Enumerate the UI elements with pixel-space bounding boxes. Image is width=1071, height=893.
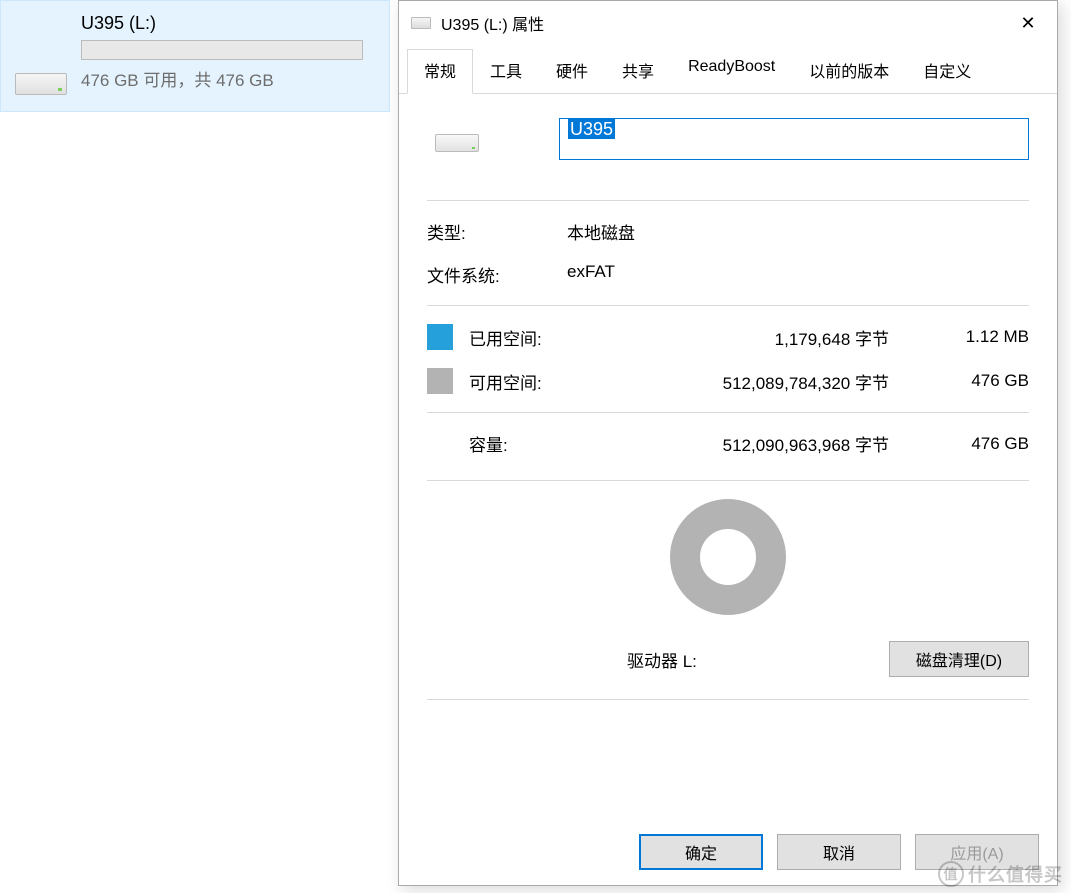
tab-sharing[interactable]: 共享: [605, 49, 671, 93]
capacity-bytes: 512,090,963,968 字节: [609, 431, 929, 456]
usage-pie-chart: [670, 499, 786, 615]
free-size: 476 GB: [929, 371, 1029, 391]
divider: [427, 412, 1029, 413]
divider: [427, 480, 1029, 481]
tab-customize[interactable]: 自定义: [906, 49, 988, 93]
tab-previous-versions[interactable]: 以前的版本: [792, 49, 906, 93]
ok-button[interactable]: 确定: [639, 834, 763, 870]
volume-name-input[interactable]: U395: [559, 118, 1029, 160]
dialog-title: U395 (L:) 属性: [441, 11, 1005, 35]
type-label: 类型:: [427, 219, 567, 244]
filesystem-label: 文件系统:: [427, 262, 567, 287]
free-bytes: 512,089,784,320 字节: [609, 369, 929, 394]
free-color-swatch: [427, 368, 453, 394]
dialog-button-bar: 确定 取消 应用(A): [399, 819, 1057, 885]
close-icon: ✕: [1020, 13, 1035, 34]
disk-cleanup-button[interactable]: 磁盘清理(D): [889, 641, 1029, 677]
capacity-size: 476 GB: [929, 434, 1029, 454]
close-button[interactable]: ✕: [1005, 7, 1051, 39]
capacity-label: 容量:: [469, 431, 609, 456]
divider: [427, 699, 1029, 700]
tab-readyboost[interactable]: ReadyBoost: [671, 49, 792, 93]
tab-strip: 常规 工具 硬件 共享 ReadyBoost 以前的版本 自定义: [399, 49, 1057, 94]
divider: [427, 200, 1029, 201]
tab-hardware[interactable]: 硬件: [539, 49, 605, 93]
used-color-swatch: [427, 324, 453, 350]
explorer-drive-item[interactable]: U395 (L:) 476 GB 可用，共 476 GB: [0, 0, 390, 112]
apply-button: 应用(A): [915, 834, 1039, 870]
titlebar[interactable]: U395 (L:) 属性 ✕: [399, 1, 1057, 45]
drive-info: U395 (L:) 476 GB 可用，共 476 GB: [81, 13, 375, 99]
cancel-button[interactable]: 取消: [777, 834, 901, 870]
drive-subtitle: 476 GB 可用，共 476 GB: [81, 66, 375, 91]
drive-icon: [15, 57, 67, 95]
divider: [427, 305, 1029, 306]
used-bytes: 1,179,648 字节: [609, 325, 929, 350]
used-label: 已用空间:: [469, 325, 609, 350]
drive-title: U395 (L:): [81, 13, 375, 34]
drive-letter-label: 驱动器 L:: [627, 647, 697, 672]
filesystem-value: exFAT: [567, 262, 1029, 287]
properties-dialog: U395 (L:) 属性 ✕ 常规 工具 硬件 共享 ReadyBoost 以前…: [398, 0, 1058, 886]
tab-general[interactable]: 常规: [407, 49, 473, 94]
free-label: 可用空间:: [469, 369, 609, 394]
tab-body-general: U395 类型: 本地磁盘 文件系统: exFAT 已用空间: 1,179,64…: [399, 94, 1057, 819]
drive-icon: [411, 17, 431, 29]
used-size: 1.12 MB: [929, 327, 1029, 347]
type-value: 本地磁盘: [567, 219, 1029, 244]
tab-tools[interactable]: 工具: [473, 49, 539, 93]
drive-icon: [435, 126, 479, 152]
drive-usage-bar: [81, 40, 363, 60]
